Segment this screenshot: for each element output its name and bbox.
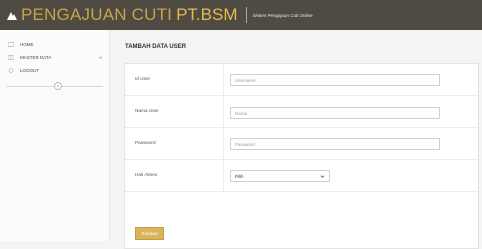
page-title: TAMBAH DATA USER <box>125 44 187 50</box>
id-user-input[interactable]: Username <box>230 74 440 86</box>
sidebar-item-home[interactable]: HOME <box>0 38 109 51</box>
mountain-icon <box>7 12 17 20</box>
grid-icon <box>8 55 14 60</box>
header-tagline: Sistem Pengajuan Cuti Online <box>252 12 313 18</box>
save-button[interactable]: Simpan <box>135 227 164 240</box>
home-icon <box>8 42 14 47</box>
brand-company: PT.BSM <box>176 5 238 24</box>
form-row-id-user: Id User Username <box>125 64 478 96</box>
row-separator <box>223 128 224 159</box>
hak-akses-select[interactable]: Pilih <box>230 170 330 182</box>
power-icon <box>8 68 14 73</box>
row-separator <box>223 64 224 95</box>
chevron-left-icon <box>56 84 59 88</box>
sidebar-item-label: LOGOUT <box>20 68 40 73</box>
row-separator <box>223 96 224 127</box>
chevron-down-icon <box>320 175 325 178</box>
brand-title: PENGAJUAN CUTI <box>21 5 173 24</box>
id-user-label: Id User <box>135 76 151 81</box>
sidebar-item-logout[interactable]: LOGOUT <box>0 64 109 77</box>
top-header: PENGAJUAN CUTI PT.BSM Sistem Pengajuan C… <box>0 0 482 30</box>
sidebar-collapse-row <box>0 81 109 91</box>
row-separator <box>223 160 224 191</box>
hak-akses-label: Hak Akses <box>135 172 158 177</box>
form-row-hak-akses: Hak Akses Pilih <box>125 160 478 192</box>
brand-logo[interactable]: PENGAJUAN CUTI PT.BSM <box>0 0 238 30</box>
password-input[interactable]: Password <box>230 138 440 150</box>
form-row-password: Password Password <box>125 128 478 160</box>
hak-akses-selected: Pilih <box>235 173 244 179</box>
sidebar-item-label: MASTER DATA <box>20 55 52 60</box>
header-divider <box>245 7 247 23</box>
sidebar-item-master-data[interactable]: MASTER DATA <box>0 51 109 64</box>
chevron-down-icon <box>98 56 103 59</box>
main-content: TAMBAH DATA USER Id User Username Nama U… <box>110 30 482 249</box>
password-label: Password <box>135 140 156 145</box>
add-user-form: Id User Username Nama User Nama Password… <box>124 63 479 249</box>
sidebar: HOME MASTER DATA LOGOUT <box>0 30 110 241</box>
sidebar-item-label: HOME <box>20 42 34 47</box>
nama-user-input[interactable]: Nama <box>230 107 440 119</box>
form-row-nama-user: Nama User Nama <box>125 96 478 128</box>
nama-user-label: Nama User <box>135 108 159 113</box>
sidebar-collapse-button[interactable] <box>54 82 62 90</box>
